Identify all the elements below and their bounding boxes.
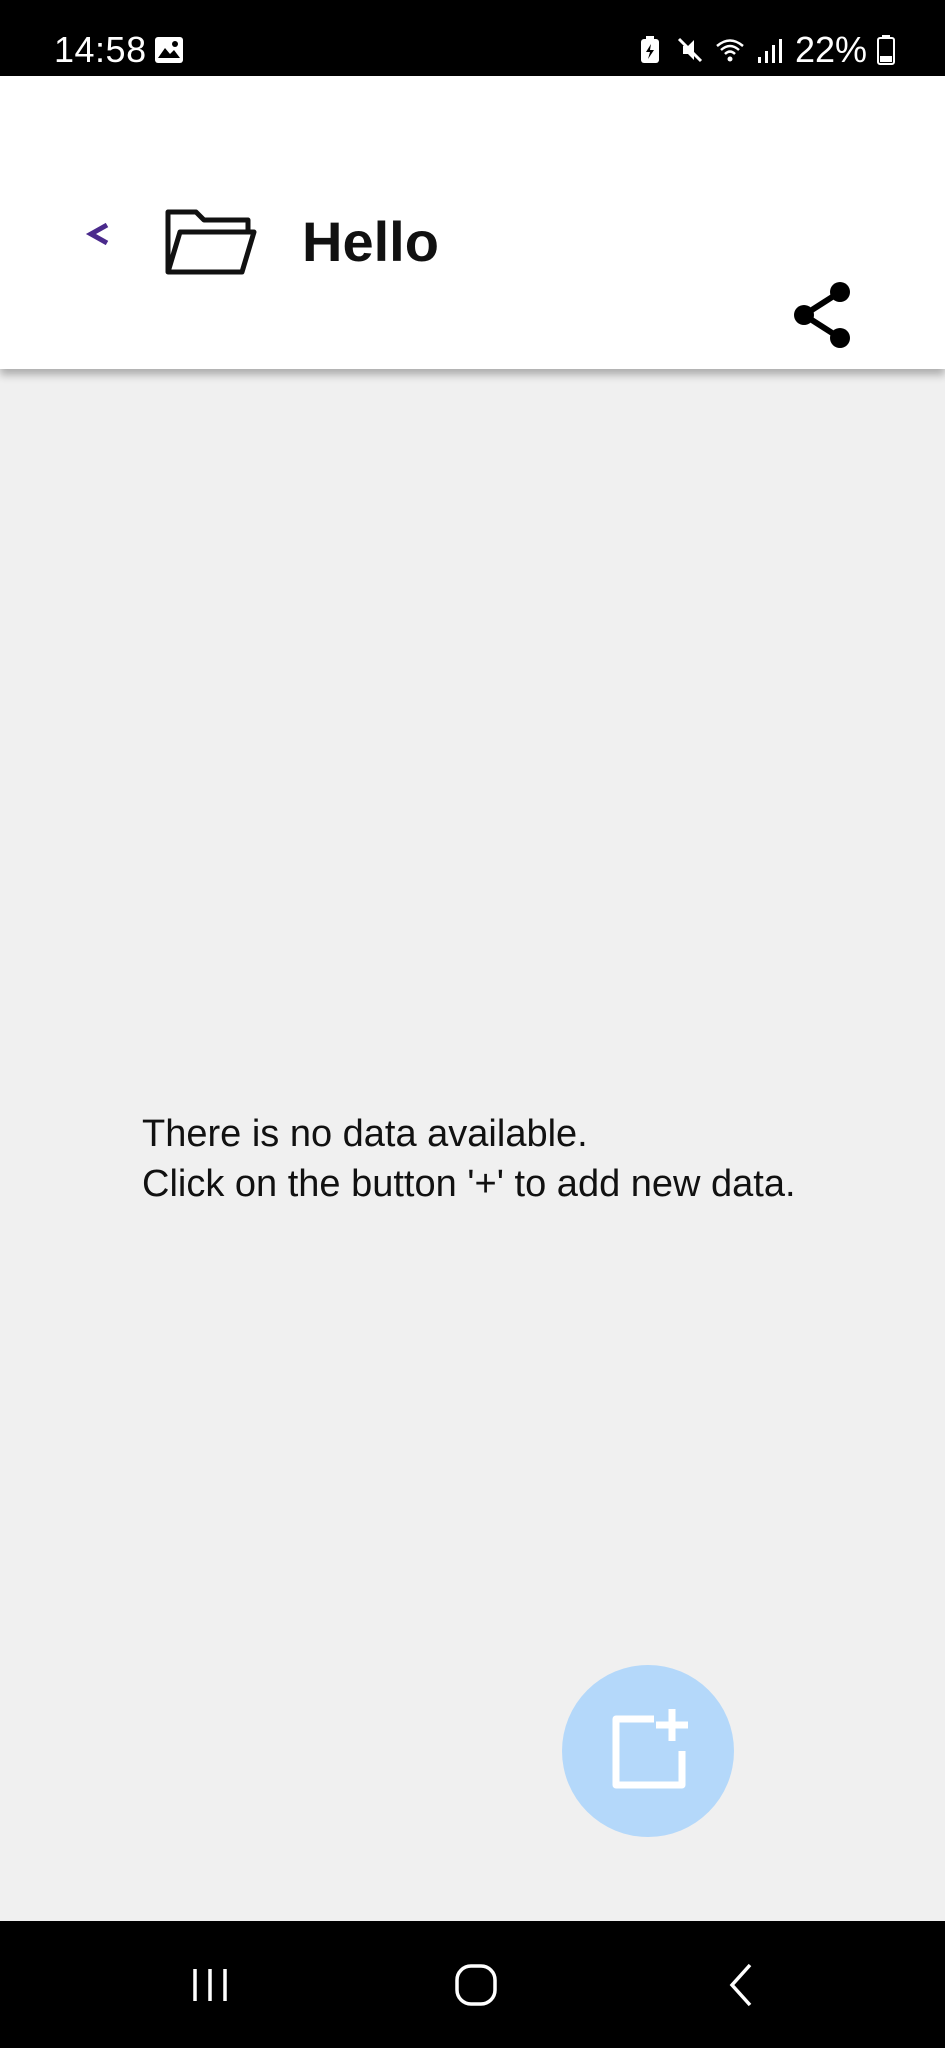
back-button[interactable] — [76, 212, 120, 256]
signal-icon — [757, 39, 782, 63]
add-data-button[interactable] — [562, 1665, 734, 1837]
content-area: There is no data available. Click on the… — [0, 369, 945, 1921]
empty-message-line2: Click on the button '+' to add new data. — [142, 1163, 796, 1205]
status-time: 14:58 — [54, 29, 147, 70]
add-note-icon — [612, 1709, 688, 1789]
mute-icon — [677, 37, 702, 63]
battery-percent: 22% — [794, 29, 867, 70]
home-icon[interactable] — [446, 1957, 506, 2013]
navigation-bar — [0, 1921, 945, 2048]
empty-message-line1: There is no data available. — [142, 1113, 588, 1155]
empty-state-message: There is no data available. Click on the… — [142, 1109, 822, 1209]
recents-icon[interactable] — [180, 1957, 240, 2013]
wifi-icon — [716, 39, 744, 62]
app-header: Hello — [0, 76, 945, 369]
chevron-left-icon — [85, 222, 109, 246]
page-title: Hello — [302, 210, 439, 273]
battery-icon — [877, 35, 895, 65]
folder-open-icon — [165, 209, 257, 275]
battery-saver-icon — [640, 36, 659, 63]
back-icon[interactable] — [712, 1957, 772, 2013]
share-icon[interactable] — [790, 280, 854, 350]
gallery-icon — [155, 37, 183, 63]
status-icons: 22% — [635, 28, 895, 72]
status-bar: 14:58 22% — [0, 0, 945, 76]
